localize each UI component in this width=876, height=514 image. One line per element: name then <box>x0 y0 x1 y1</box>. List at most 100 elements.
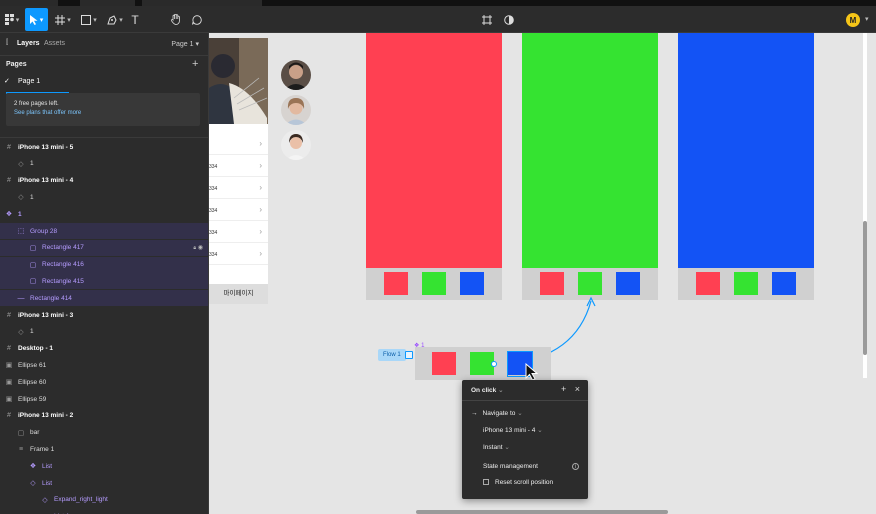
chevron-down-icon: ▾ <box>119 16 123 24</box>
layer-item[interactable]: ▣ Ellipse 60 <box>0 374 208 390</box>
chevron-down-icon[interactable]: ▾ <box>865 15 869 23</box>
move-tool-button[interactable]: ▾ <box>25 8 48 31</box>
frame-icon: # <box>7 143 11 151</box>
eye-icon[interactable]: ◉ <box>196 245 203 251</box>
pen-tool-button[interactable]: ▾ <box>104 8 126 31</box>
check-icon: ✓ <box>4 78 10 85</box>
hand-tool-button[interactable] <box>168 8 184 31</box>
frame-icon: # <box>7 412 11 420</box>
layer-item[interactable]: ❖ 1 <box>0 206 208 222</box>
divider <box>462 400 588 401</box>
flow-play-icon[interactable] <box>405 351 413 359</box>
layer-item[interactable]: ◇ 1 <box>0 324 208 340</box>
state-management-label: State management <box>483 463 538 470</box>
shape-tool-button[interactable]: ▾ <box>78 8 100 31</box>
close-icon[interactable]: × <box>575 384 580 394</box>
trigger-dropdown[interactable]: On click ⌄ <box>471 386 504 394</box>
divider <box>0 55 208 56</box>
layer-item[interactable]: ▢ Rectangle 416 <box>0 256 208 273</box>
theme-toggle-button[interactable] <box>502 8 516 31</box>
rectangle-icon: ▢ <box>29 261 37 269</box>
layer-item[interactable]: # iPhone 13 mini - 2 <box>0 408 208 424</box>
action-dropdown[interactable]: → Navigate to ⌄ <box>471 409 523 417</box>
vertical-scrollbar[interactable] <box>863 221 867 355</box>
frame-tool-button[interactable]: ▾ <box>52 8 74 31</box>
flow-label: Flow 1 <box>383 352 401 358</box>
text-tool-button[interactable]: T <box>128 8 142 31</box>
layer-item[interactable]: ◇ 1 <box>0 189 208 205</box>
layers-sidebar: ⫿ Layers Assets Page 1 ▾ Pages + ✓ Page … <box>0 33 209 514</box>
connection-node[interactable] <box>491 361 497 367</box>
chevron-down-icon: ⌄ <box>504 444 510 451</box>
trigger-label: On click <box>471 387 497 394</box>
promo-text: 2 free pages left. <box>14 101 59 107</box>
plus-icon[interactable]: + <box>561 384 566 394</box>
tab-assets[interactable]: Assets <box>44 40 65 47</box>
layer-item[interactable]: # iPhone 13 mini - 3 <box>0 307 208 323</box>
page-item[interactable]: ✓ Page 1 <box>0 74 208 88</box>
frame-icon: # <box>7 345 11 353</box>
layer-item[interactable]: ▢ Rectangle 417 🔒︎ ◉ <box>0 239 208 256</box>
page-selector[interactable]: Page 1 ▾ <box>171 40 199 48</box>
see-plans-link[interactable]: See plans that offer more <box>14 110 192 116</box>
layers-panel-icon: ⫿ <box>6 39 9 46</box>
layer-item[interactable]: ◇ 1 <box>0 156 208 172</box>
component-rectangle[interactable] <box>432 352 456 375</box>
layer-item-label: Rectangle 417 <box>42 244 84 252</box>
figma-menu-icon <box>4 14 14 25</box>
image-icon: ▣ <box>5 379 13 387</box>
layer-item[interactable]: ▣ Ellipse 61 <box>0 357 208 373</box>
layer-item[interactable]: # iPhone 13 mini - 5 <box>0 139 208 155</box>
focus-frame-button[interactable] <box>480 8 494 31</box>
instance-icon: ◇ <box>30 480 36 487</box>
flow-starting-point[interactable]: Flow 1 <box>378 349 406 361</box>
layer-item-label: List <box>42 479 53 487</box>
chevron-down-icon: ⌄ <box>498 387 504 394</box>
animation-dropdown[interactable]: Instant ⌄ <box>483 443 510 451</box>
add-page-icon[interactable]: + <box>192 58 198 70</box>
layer-item-label: Rectangle 414 <box>30 294 72 302</box>
layer-item-label: Ellipse 59 <box>18 395 47 403</box>
layer-item[interactable]: — Rectangle 414 <box>0 290 208 307</box>
destination-dropdown[interactable]: iPhone 13 mini - 4 ⌄ <box>483 426 543 434</box>
layer-item[interactable]: ≡ Frame 1 <box>0 441 208 457</box>
design-canvas[interactable]: › 334 › 334 › 334 › 334 › 334 › 마이페이지 Flow 1 ❖ 1 O… <box>209 33 876 514</box>
horizontal-scrollbar[interactable] <box>416 510 668 514</box>
frame-icon <box>55 14 66 25</box>
avatar-initial: M <box>849 15 857 25</box>
arrow-right-icon: → <box>471 410 478 417</box>
tab-layers[interactable]: Layers <box>17 40 40 47</box>
layer-item-label: 1 <box>30 328 34 336</box>
layer-item[interactable]: ▣ Ellipse 59 <box>0 391 208 407</box>
layer-item[interactable]: ❖ List <box>0 458 208 474</box>
instance-icon: ◇ <box>18 194 24 202</box>
layer-item-label: Frame 1 <box>30 445 55 453</box>
layer-item[interactable]: ▢ bar <box>0 425 208 441</box>
layer-item[interactable]: ⬚ Group 28 <box>0 223 208 239</box>
layer-item[interactable]: ▢ Rectangle 415 <box>0 273 208 290</box>
layer-item-label: Rectangle 415 <box>42 277 84 285</box>
layer-visibility-controls: 🔒︎ ◉ <box>193 244 203 251</box>
layer-item[interactable]: # Desktop - 1 <box>0 341 208 357</box>
chevron-down-icon: ▾ <box>15 16 20 24</box>
main-menu-button[interactable]: ▾ <box>2 8 22 31</box>
comment-icon <box>192 14 202 25</box>
pen-icon <box>107 14 117 24</box>
checkbox-icon <box>483 479 489 485</box>
info-icon[interactable]: i <box>572 463 579 470</box>
layer-item[interactable]: ◇ Expand_right_light <box>0 492 208 508</box>
divider <box>0 137 208 138</box>
user-avatar[interactable]: M <box>846 13 860 27</box>
comment-tool-button[interactable] <box>190 8 204 31</box>
popover-actions: + × <box>561 384 580 394</box>
layer-item[interactable]: ◇List 1 <box>0 509 208 514</box>
page-selector-label: Page 1 <box>171 41 194 48</box>
layer-item-label: Desktop - 1 <box>18 345 54 353</box>
free-pages-promo: 2 free pages left. See plans that offer … <box>6 93 200 126</box>
layer-item[interactable]: # iPhone 13 mini - 4 <box>0 173 208 189</box>
pages-title: Pages <box>6 61 27 68</box>
chevron-down-icon: ▾ <box>93 16 97 24</box>
reset-scroll-checkbox[interactable]: Reset scroll position <box>483 479 553 486</box>
text-icon: T <box>131 12 139 27</box>
layer-item[interactable]: ◇ List <box>0 475 208 491</box>
